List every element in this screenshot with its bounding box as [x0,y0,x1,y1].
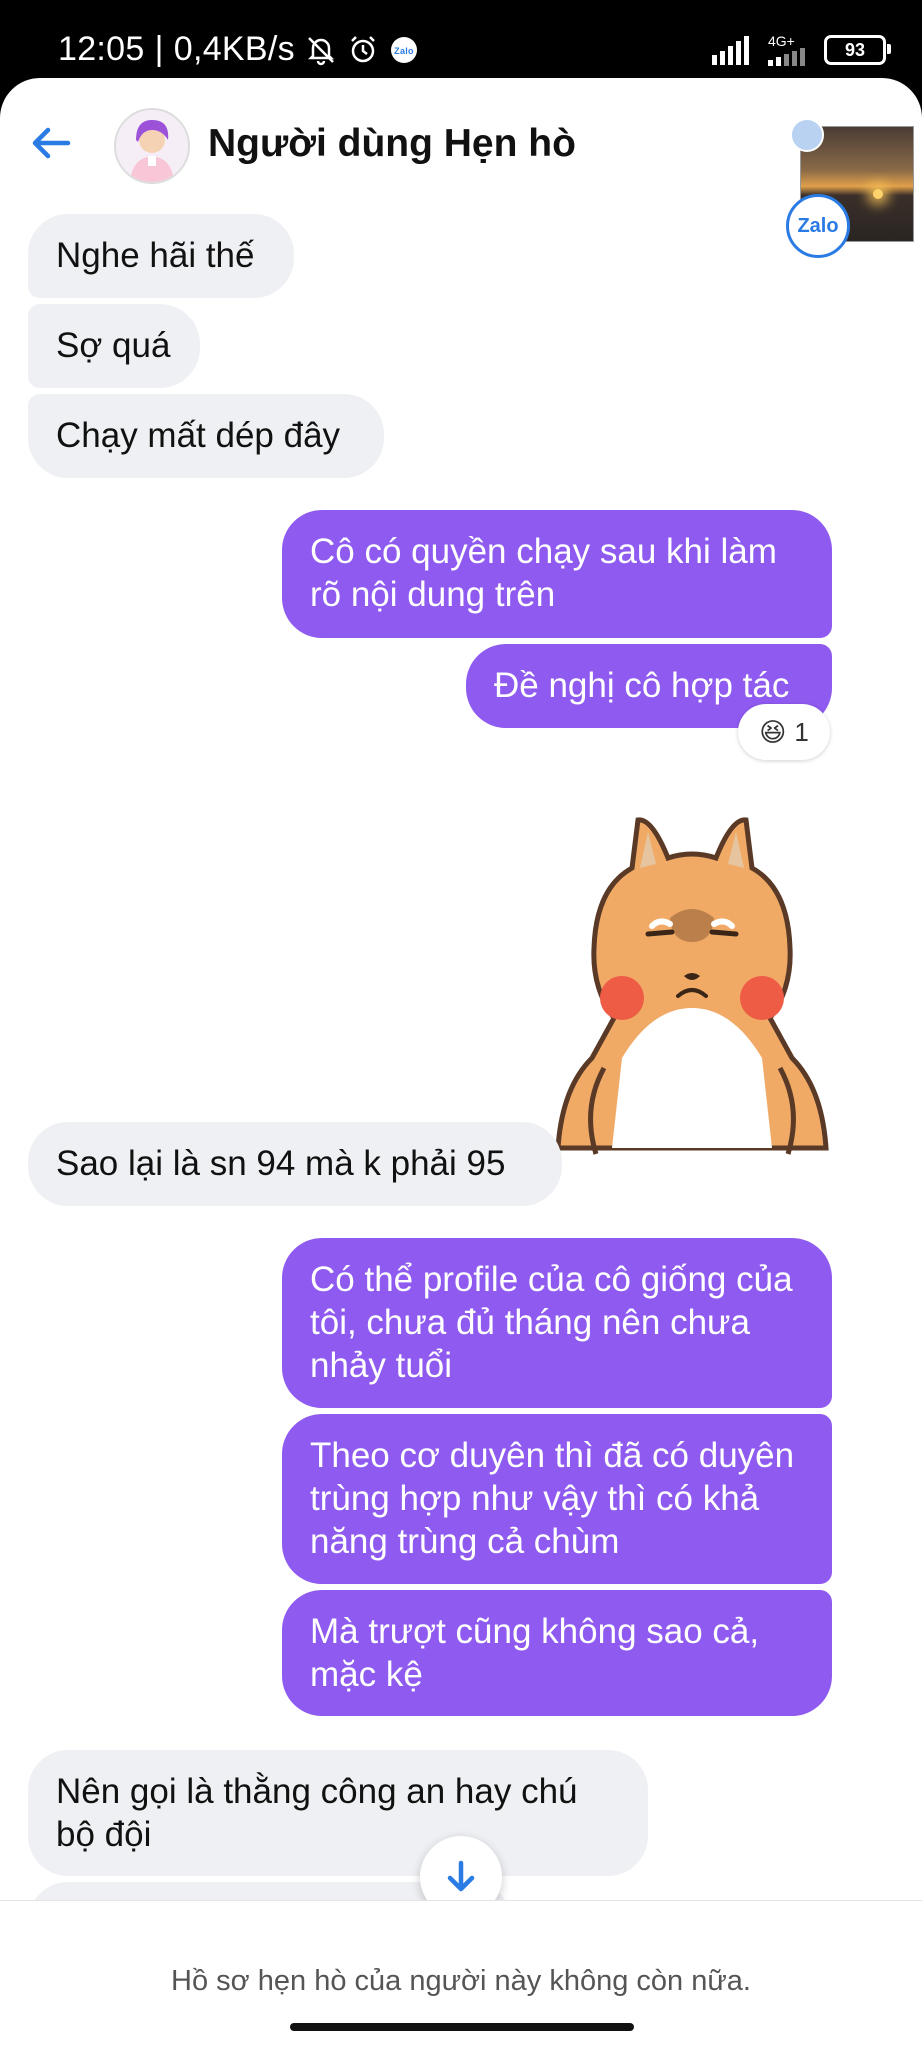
profile-unavailable-notice: Hồ sơ hẹn hò của người này không còn nữa… [171,1965,751,1997]
signal-icon [712,35,754,65]
pip-dot-icon [790,118,824,152]
message-text: Nghe hãi thế [56,236,255,275]
chat-screen: Người dùng Hẹn hò Zalo Nghe hãi thế Sợ q… [0,78,922,2048]
back-button[interactable] [26,118,76,168]
reaction-badge[interactable]: 😆 1 [738,704,830,760]
cat-sticker[interactable] [552,808,832,1168]
zalo-notification-icon: Zalo [389,35,419,65]
message-bubble-incoming[interactable]: Sao lại là sn 94 mà k phải 95 [28,1122,562,1206]
reaction-count: 1 [794,716,809,747]
status-left: 12:05 | 0,4KB/s Zalo [58,30,419,69]
message-bubble-outgoing[interactable]: Cô có quyền chạy sau khi làm rõ nội dung… [282,510,832,638]
zalo-badge: Zalo [786,194,850,258]
chat-header: Người dùng Hẹn hò [0,78,922,208]
status-right: 4G+ 93 [712,34,891,66]
message-text: Sợ quá [56,326,171,365]
arrow-down-icon [447,1860,475,1892]
muted-bell-icon [305,34,337,66]
battery-icon: 93 [824,35,891,65]
message-text: Đề nghị cô hợp tác [494,666,790,705]
message-bubble-incoming[interactable]: Nên gọi là thằng công an hay chú bộ đội [28,1750,648,1876]
message-text: Theo cơ duyên thì đã có duyên trùng hợp … [310,1436,795,1561]
message-text: Nên gọi là thằng công an hay chú bộ đội [56,1772,578,1854]
battery-level: 93 [844,39,866,60]
message-bubble-incoming[interactable]: Sợ quá [28,304,200,388]
avatar-person-icon [130,120,174,182]
message-bubble-outgoing[interactable]: Theo cơ duyên thì đã có duyên trùng hợp … [282,1414,832,1584]
message-bubble-outgoing[interactable]: Mà trượt cũng không sao cả, mặc kệ [282,1590,832,1716]
video-pip-overlay[interactable]: Zalo [786,114,918,258]
zalo-notif-label: Zalo [394,46,414,56]
network-label: 4G+ [768,33,795,49]
laughing-emoji-icon: 😆 [759,716,787,747]
status-net-speed: 0,4KB/s [173,30,295,68]
grumpy-cat-sticker-icon [555,817,829,1155]
home-indicator[interactable] [290,2023,634,2031]
page-title: Người dùng Hẹn hò [208,122,576,165]
sun-glow [873,189,883,199]
status-time: 12:05 [58,30,145,68]
message-bubble-incoming[interactable]: Nghe hãi thế [28,214,294,298]
message-bubble-incoming[interactable]: Chạy mất dép đây [28,394,384,478]
status-separator: | [154,30,164,68]
message-bubble-outgoing[interactable]: Có thể profile của cô giống của tôi, chư… [282,1238,832,1408]
back-arrow-icon [32,127,71,159]
message-text: Chạy mất dép đây [56,416,341,455]
alarm-icon [347,34,379,66]
avatar[interactable] [114,108,190,184]
message-text: Sao lại là sn 94 mà k phải 95 [56,1144,506,1183]
message-text: Cô có quyền chạy sau khi làm rõ nội dung… [310,532,777,614]
message-text: Mà trượt cũng không sao cả, mặc kệ [310,1612,760,1694]
signal-4g-icon: 4G+ [768,34,810,66]
message-text: Có thể profile của cô giống của tôi, chư… [310,1260,793,1385]
